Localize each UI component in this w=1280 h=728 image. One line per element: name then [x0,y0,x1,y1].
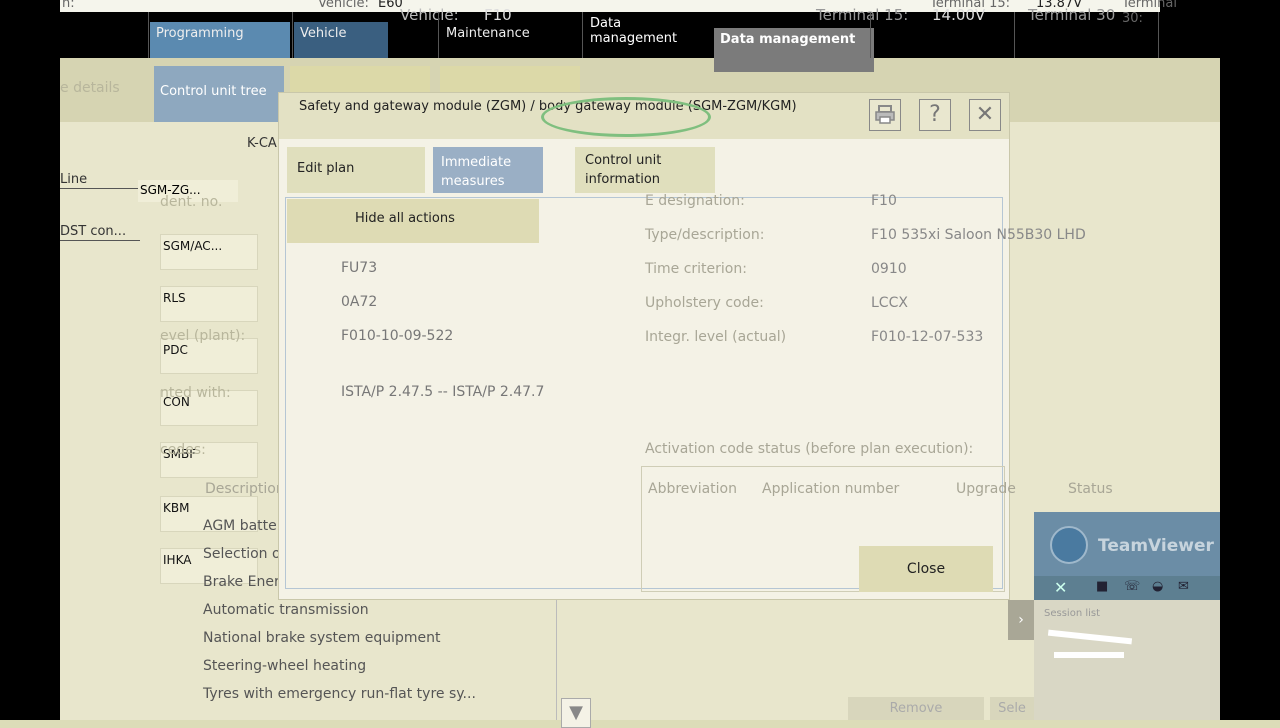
phone-icon[interactable]: ☏ [1124,579,1140,594]
field-value: F010-12-07-533 [871,329,984,345]
teamviewer-toolbar: ✕ ■ ☏ ◒ ✉ [1034,576,1220,600]
chat-icon[interactable]: ✉ [1178,579,1189,594]
headset-icon[interactable]: ◒ [1152,579,1163,594]
faint-label: cedes: [160,442,206,458]
dialog-header: Safety and gateway module (ZGM) / body g… [279,93,1009,139]
list-item[interactable]: Tyres with emergency run-flat tyre sy... [203,686,476,702]
info-value: FU73 [341,260,378,276]
field-label: Time criterion: [645,261,747,277]
field-label: Upholstery code: [645,295,764,311]
list-item[interactable]: Steering-wheel heating [203,658,366,674]
ghost-text: e details [60,80,120,96]
subtab-control-unit-tree[interactable]: Control unit tree [154,66,284,122]
teamviewer-logo-icon [1050,526,1088,564]
tree-line [60,240,140,241]
session-list-label: Session list [1044,608,1101,619]
list-item[interactable]: Automatic transmission [203,602,369,618]
terminal15-label: Terminal 15: [816,6,909,24]
close-button[interactable]: Close [859,546,993,592]
letterbox-right [1220,0,1280,720]
highlight-ellipse [541,97,711,137]
select-button[interactable]: Sele [990,697,1034,720]
cu-item[interactable]: RLS [160,286,258,322]
field-value: LCCX [871,295,908,311]
control-unit-dialog: Safety and gateway module (ZGM) / body g… [278,92,1086,600]
field-label: E designation: [645,193,745,209]
description-header: Description [205,481,285,497]
top-navigation: n: Vehicle: E60 Terminal 15: 13.87V Term… [0,0,1280,72]
divider [438,12,439,58]
teamviewer-panel[interactable]: TeamViewer ✕ ■ ☏ ◒ ✉ Session list [1034,512,1220,720]
status-strip: n: Vehicle: E60 Terminal 15: 13.87V Term… [60,0,1177,26]
terminal15-value: 14.00V [932,6,986,24]
help-button[interactable]: ? [919,99,951,131]
cursor-mark [1054,652,1124,658]
cursor-mark [1047,629,1133,645]
divider [148,12,149,58]
hide-all-actions-button[interactable]: Hide all actions [287,199,539,243]
close-icon[interactable]: ✕ [1054,578,1067,597]
tab-edit-plan[interactable]: Edit plan [287,147,425,193]
field-label: Type/description: [645,227,765,243]
info-value: ISTA/P 2.47.5 -- ISTA/P 2.47.7 [341,384,545,400]
column-header: Abbreviation [648,481,737,497]
divider [1158,12,1159,58]
list-item[interactable]: National brake system equipment [203,630,441,646]
remove-button[interactable]: Remove [848,697,984,720]
divider [1014,12,1015,58]
faint-label: dent. no. [160,194,223,210]
field-value: 0910 [871,261,907,277]
chevron-right-icon[interactable]: › [1008,600,1034,640]
tab-data-management-back[interactable]: Data management [584,12,714,58]
tab-vehicle[interactable]: Vehicle [294,22,388,58]
scroll-down-icon[interactable]: ▼ [561,698,591,728]
terminal30-label: Terminal 30 [1028,6,1116,24]
video-icon[interactable]: ■ [1096,579,1108,594]
column-header: Status [1068,481,1113,497]
k-label: K-CA [247,136,277,151]
close-icon[interactable]: ✕ [969,99,1001,131]
field-value: F10 [871,193,897,209]
field-value: F10 535xi Saloon N55B30 LHD [871,227,1086,243]
cu-item[interactable]: SGM/AC... [160,234,258,270]
vehicle-label: Vehicle: [318,0,369,11]
activation-label: Activation code status (before plan exec… [645,441,974,457]
printer-icon[interactable] [869,99,901,131]
divider [292,12,293,58]
info-value: F010-10-09-522 [341,328,454,344]
field-label: Integr. level (actual) [645,329,787,345]
tab-immediate-measures[interactable]: Immediate measures [433,147,543,193]
letterbox-left [0,0,60,720]
tab-control-unit-information[interactable]: Control unit information [575,147,715,193]
info-value: 0A72 [341,294,378,310]
faint-label: evel (plant): [160,328,246,344]
faint-label: nted with: [160,385,231,401]
column-header: Upgrade [956,481,1016,497]
column-header: Application number [762,481,900,497]
data-management-tab-ext [714,58,874,72]
divider [870,12,871,58]
terminal30-label: Terminal 30: [1122,0,1177,26]
divider [582,12,583,58]
tab-programming[interactable]: Programming [150,22,290,58]
teamviewer-title: TeamViewer [1098,536,1214,556]
line-label: Line [60,172,88,187]
dst-label: DST con... [60,224,127,239]
teamviewer-header: TeamViewer [1034,512,1220,576]
tab-maintenance[interactable]: Maintenance [440,22,580,58]
status-fragment: n: [62,0,75,11]
